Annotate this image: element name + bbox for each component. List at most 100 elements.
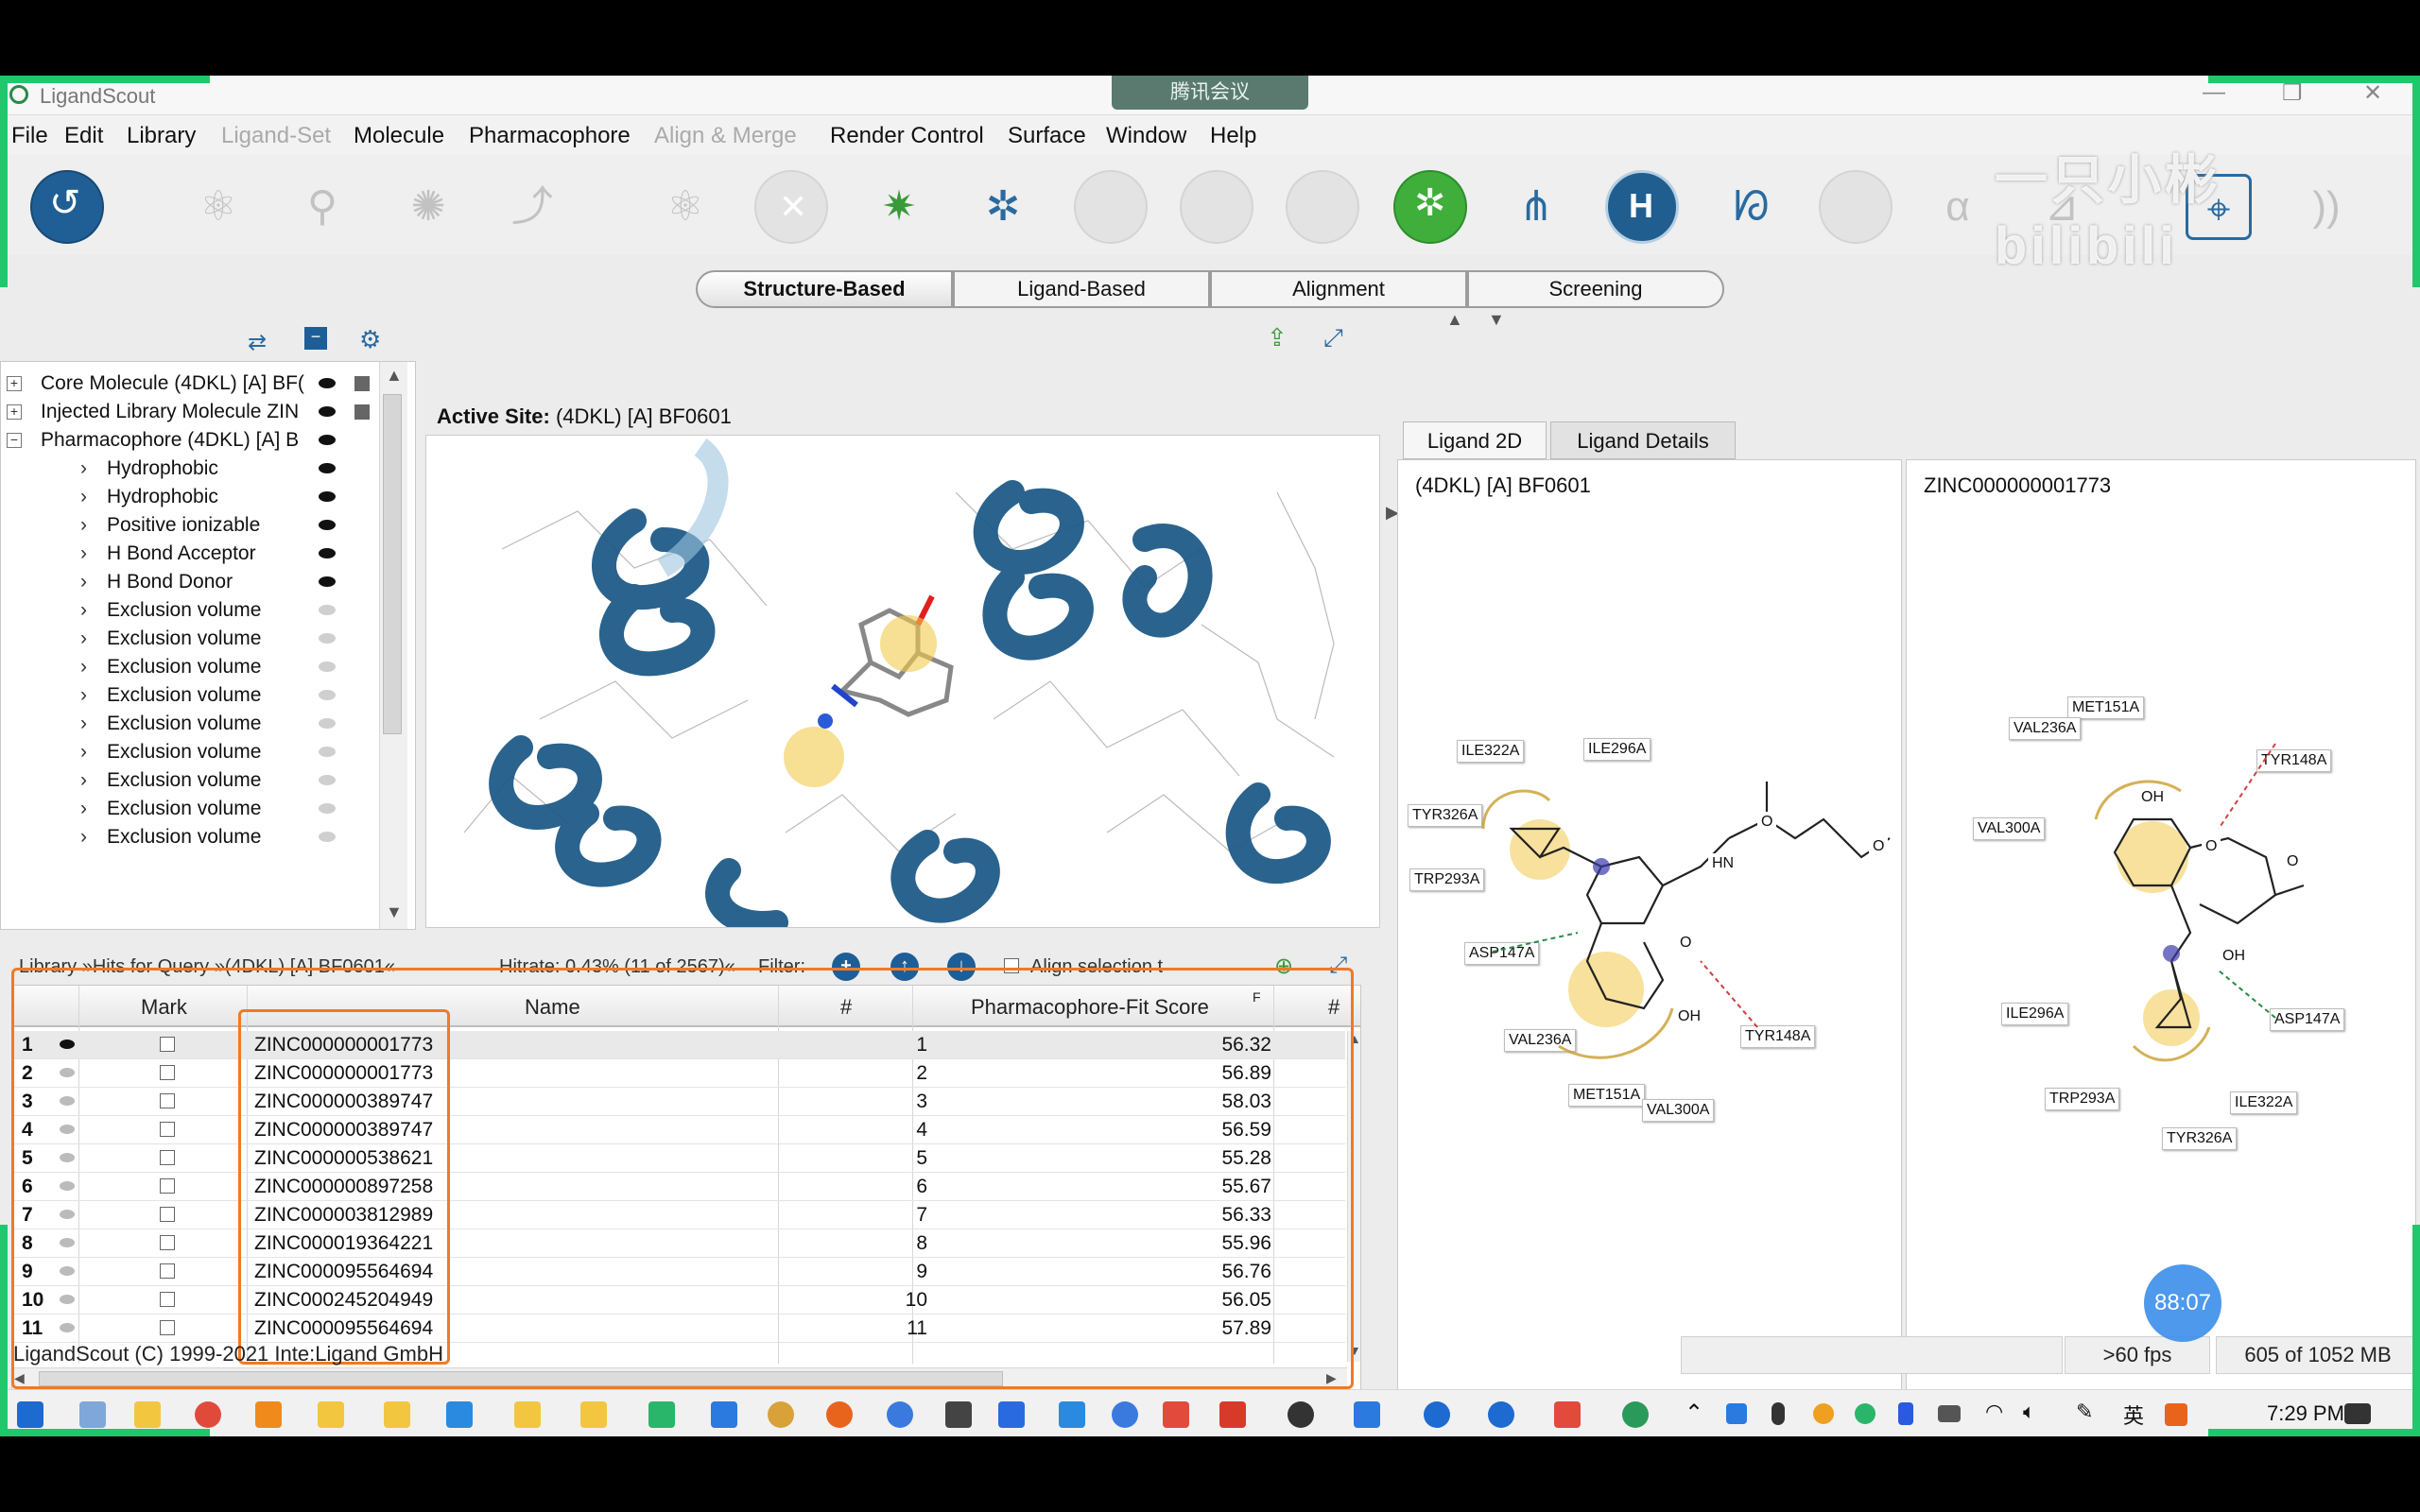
tree-item-feature[interactable]: › Hydrophobic <box>1 455 398 483</box>
eye-icon[interactable] <box>319 576 336 587</box>
clock[interactable]: 7:29 PM <box>2267 1401 2344 1426</box>
folder-icon[interactable] <box>134 1401 161 1428</box>
menu-ligand-set[interactable]: Ligand-Set <box>221 123 331 149</box>
app-icon[interactable] <box>711 1401 737 1428</box>
menu-align-merge[interactable]: Align & Merge <box>654 123 797 149</box>
pdf-icon[interactable] <box>1554 1401 1581 1428</box>
disabled-tool-1-button[interactable] <box>1074 170 1148 244</box>
eye-icon[interactable] <box>319 548 336 558</box>
undo-button[interactable]: ↺ <box>30 170 104 244</box>
expand-icon[interactable]: + <box>7 376 22 391</box>
molecule-tool-icon[interactable]: ⚛ <box>185 174 251 240</box>
scroll-thumb[interactable] <box>383 394 402 734</box>
query-tool-icon[interactable]: ⚲ <box>289 174 355 240</box>
pen-icon[interactable]: ✎ <box>2076 1400 2093 1424</box>
app-icon[interactable] <box>887 1401 913 1428</box>
app-icon[interactable] <box>79 1401 106 1428</box>
restore-icon[interactable]: ❐ <box>2282 79 2303 107</box>
menu-molecule[interactable]: Molecule <box>354 123 444 149</box>
minimize-icon[interactable]: — <box>2203 79 2225 106</box>
meeting-badge[interactable]: 腾讯会议 <box>1112 76 1308 110</box>
bluetooth-icon[interactable] <box>1898 1402 1913 1425</box>
eye-icon[interactable] <box>319 491 336 502</box>
path-tool-icon[interactable]: ⤴ <box>499 174 565 240</box>
chrome-icon[interactable] <box>195 1401 221 1428</box>
tree-item-feature[interactable]: › H Bond Acceptor <box>1 540 398 568</box>
3d-viewer[interactable] <box>425 435 1380 928</box>
expand-icon[interactable]: + <box>7 404 22 420</box>
network-tool-icon[interactable]: ⋔ <box>1503 174 1569 240</box>
app-icon[interactable] <box>1219 1401 1246 1428</box>
tree-item-feature[interactable]: › Positive ionizable <box>1 511 398 540</box>
tab-ligand-2d[interactable]: Ligand 2D <box>1403 421 1547 459</box>
tab-screening[interactable]: Screening <box>1467 270 1724 308</box>
eye-icon[interactable] <box>319 406 336 417</box>
tree-item-feature[interactable]: › Hydrophobic <box>1 483 398 511</box>
meeting-timer[interactable]: 88:07 <box>2144 1264 2221 1342</box>
eye-icon[interactable] <box>319 435 336 445</box>
folder-icon[interactable] <box>384 1401 410 1428</box>
app-icon[interactable] <box>1112 1401 1138 1428</box>
tray-icon[interactable] <box>1726 1403 1747 1424</box>
eye-icon[interactable] <box>319 605 336 615</box>
disabled-tool-2-button[interactable] <box>1180 170 1253 244</box>
tray-icon[interactable] <box>2165 1403 2187 1426</box>
atom-add-icon[interactable]: ⚛ <box>652 174 718 240</box>
tree-item-feature[interactable]: › Exclusion volume <box>1 681 398 710</box>
surface-tool-icon[interactable]: ᘗ <box>1719 174 1785 240</box>
tab-structure-based[interactable]: Structure-Based <box>696 270 953 308</box>
wifi-icon[interactable]: ◠ <box>1985 1400 2003 1424</box>
delete-button[interactable]: ✕ <box>754 170 828 244</box>
close-icon[interactable]: ✕ <box>2363 79 2382 107</box>
volume-icon[interactable]: 🔈︎ <box>2023 1400 2035 1424</box>
scroll-down-icon[interactable]: ▼ <box>386 902 403 922</box>
eye-icon[interactable] <box>319 747 336 757</box>
folder-icon[interactable] <box>514 1401 541 1428</box>
fullscreen-icon[interactable]: ⤢ <box>1323 323 1343 353</box>
app-icon[interactable] <box>1163 1401 1189 1428</box>
start-icon[interactable] <box>17 1401 43 1428</box>
tree-item-feature[interactable]: › Exclusion volume <box>1 653 398 681</box>
eye-icon[interactable] <box>319 662 336 672</box>
menu-window[interactable]: Window <box>1106 123 1186 149</box>
app-icon[interactable] <box>1288 1401 1314 1428</box>
eye-icon[interactable] <box>319 690 336 700</box>
disabled-tool-3-button[interactable] <box>1286 170 1359 244</box>
tree-item-feature[interactable]: › Exclusion volume <box>1 738 398 766</box>
wechat-icon[interactable] <box>648 1401 675 1428</box>
collapse-down-icon[interactable]: ▼ <box>1488 310 1505 330</box>
microphone-icon[interactable] <box>1772 1402 1785 1425</box>
scatter-tool-icon[interactable]: ✺ <box>395 174 461 240</box>
folder-icon[interactable] <box>318 1401 344 1428</box>
eye-icon[interactable] <box>319 832 336 842</box>
sync-icon[interactable]: ⇄ <box>248 329 267 356</box>
chart-app-icon[interactable] <box>998 1401 1025 1428</box>
menu-help[interactable]: Help <box>1210 123 1256 149</box>
site-pharmacophore-icon[interactable]: ✲ <box>970 174 1036 240</box>
menu-edit[interactable]: Edit <box>64 123 103 149</box>
firefox-icon[interactable] <box>826 1401 853 1428</box>
disabled-tool-4-button[interactable] <box>1819 170 1893 244</box>
ime-indicator[interactable]: 英 <box>2123 1400 2144 1430</box>
app-icon[interactable] <box>1488 1401 1514 1428</box>
search-icon[interactable] <box>255 1401 282 1428</box>
tree-item-feature[interactable]: › Exclusion volume <box>1 710 398 738</box>
export-icon[interactable]: ⇪ <box>1267 323 1288 352</box>
tree-item-feature[interactable]: › Exclusion volume <box>1 596 398 625</box>
eye-icon[interactable] <box>319 718 336 729</box>
pharmacophore-green-button[interactable]: ✲ <box>1393 170 1467 244</box>
eye-icon[interactable] <box>319 803 336 814</box>
menu-render-control[interactable]: Render Control <box>830 123 984 149</box>
tray-icon[interactable] <box>1855 1403 1876 1424</box>
folder-icon[interactable] <box>580 1401 607 1428</box>
tree-item-feature[interactable]: › H Bond Donor <box>1 568 398 596</box>
create-pharmacophore-icon[interactable]: ✷ <box>866 174 932 240</box>
menu-pharmacophore[interactable]: Pharmacophore <box>469 123 631 149</box>
app-icon[interactable] <box>945 1401 972 1428</box>
tab-alignment[interactable]: Alignment <box>1210 270 1467 308</box>
tree-item-injected-library[interactable]: + Injected Library Molecule ZIN <box>1 398 398 426</box>
tree-item-feature[interactable]: › Exclusion volume <box>1 795 398 823</box>
collapse-icon[interactable]: − <box>304 327 327 350</box>
meeting-app-icon[interactable] <box>1059 1401 1085 1428</box>
battery-icon[interactable] <box>1938 1405 1961 1422</box>
